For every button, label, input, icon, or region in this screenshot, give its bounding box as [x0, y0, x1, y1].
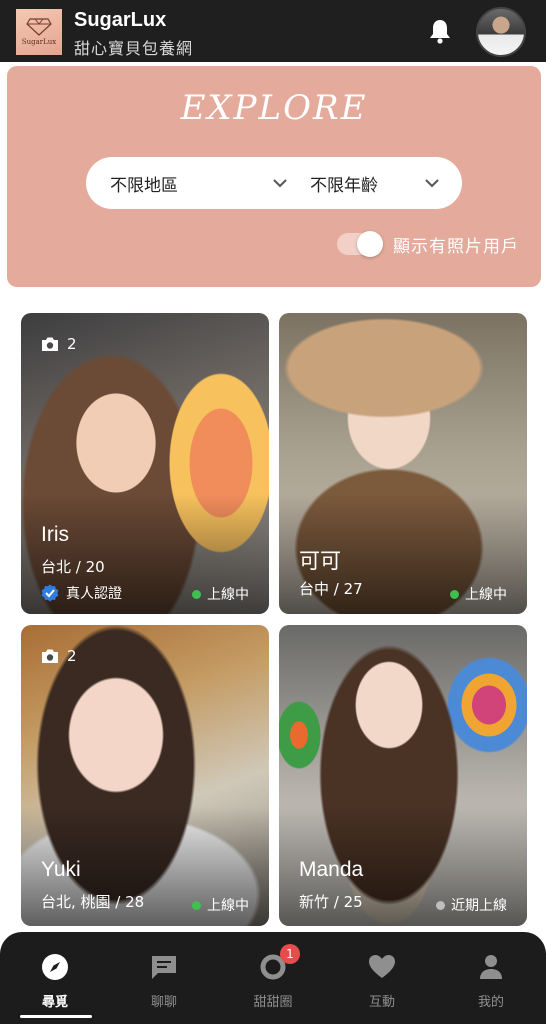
- online-status: 上線中: [450, 584, 507, 604]
- profile-location-age: 台北, 桃園 / 28: [41, 893, 145, 911]
- nav-profile[interactable]: 我的: [446, 952, 536, 1012]
- logo-text: SugarLux: [21, 38, 57, 46]
- filter-bar: 不限地區 不限年齡: [86, 157, 462, 209]
- top-bar: SugarLux SugarLux 甜心寶貝包養網: [0, 0, 546, 62]
- photo-count: 2: [41, 647, 77, 665]
- nav-explore[interactable]: 尋覓: [10, 952, 100, 1012]
- region-filter-dropdown[interactable]: 不限地區: [110, 157, 288, 209]
- status-label: 上線中: [207, 587, 249, 603]
- notification-badge: 1: [280, 944, 300, 964]
- user-avatar[interactable]: [476, 7, 526, 57]
- photo-toggle[interactable]: [337, 231, 383, 257]
- profile-location-age: 台中 / 27: [299, 580, 363, 598]
- verified-icon: [41, 584, 59, 602]
- profile-card[interactable]: 2 Iris 台北 / 20 真人認證 上線中: [21, 313, 269, 614]
- status-dot: [192, 589, 201, 599]
- profile-name: Manda: [299, 858, 364, 881]
- nav-label: 我的: [477, 995, 504, 1010]
- camera-icon: [42, 337, 58, 351]
- age-filter-dropdown[interactable]: 不限年齡: [310, 157, 440, 209]
- profile-name: Yuki: [41, 858, 81, 881]
- profile-location-age: 新竹 / 25: [299, 893, 363, 911]
- region-filter-label: 不限地區: [110, 175, 178, 196]
- toggle-knob: [357, 231, 383, 257]
- nav-interactions[interactable]: 互動: [337, 952, 427, 1012]
- person-icon: [476, 952, 506, 982]
- bottom-nav: 尋覓 聊聊 1 甜甜圈 互動 我的: [0, 932, 546, 1024]
- status-label: 近期上線: [451, 898, 507, 914]
- photo-count-value: 2: [67, 335, 77, 353]
- photo-count: 2: [41, 335, 77, 353]
- photo-toggle-label: 顯示有照片用戶: [393, 236, 519, 257]
- profile-location-age: 台北 / 20: [41, 558, 105, 576]
- verified-badge: 真人認證: [41, 583, 122, 603]
- nav-chat[interactable]: 聊聊: [119, 952, 209, 1012]
- profile-card[interactable]: Manda 新竹 / 25 近期上線: [279, 625, 527, 926]
- nav-donut[interactable]: 1 甜甜圈: [228, 944, 318, 1012]
- chat-icon: [149, 952, 179, 982]
- chevron-down-icon: [273, 179, 287, 188]
- verified-label: 真人認證: [66, 586, 122, 602]
- status-dot: [192, 900, 201, 910]
- photo-count-value: 2: [67, 647, 77, 665]
- nav-active-indicator: [20, 1015, 92, 1018]
- app-subtitle: 甜心寶貝包養網: [74, 39, 194, 58]
- camera-icon: [42, 649, 58, 663]
- profile-card[interactable]: 2 Yuki 台北, 桃園 / 28 上線中: [21, 625, 269, 926]
- profile-name: 可可: [299, 550, 341, 573]
- photo-toggle-row: 顯示有照片用戶: [337, 229, 519, 259]
- profile-card[interactable]: 可可 台中 / 27 上線中: [279, 313, 527, 614]
- bell-icon[interactable]: [428, 18, 452, 44]
- status-label: 上線中: [465, 587, 507, 603]
- nav-label: 甜甜圈: [253, 995, 293, 1010]
- status-dot: [450, 589, 459, 599]
- heart-icon: [367, 952, 397, 982]
- nav-label: 尋覓: [41, 995, 68, 1010]
- status-label: 上線中: [207, 898, 249, 914]
- nav-label: 聊聊: [150, 995, 177, 1010]
- app-root: SugarLux SugarLux 甜心寶貝包養網 EXPLORE 不限地區 不…: [0, 0, 546, 1024]
- profile-name: Iris: [41, 523, 69, 546]
- explore-title: EXPLORE: [180, 88, 368, 128]
- compass-icon: [40, 952, 70, 982]
- explore-panel: EXPLORE 不限地區 不限年齡 顯示有照片用戶: [7, 66, 541, 287]
- online-status: 上線中: [192, 584, 249, 604]
- online-status: 近期上線: [436, 895, 507, 915]
- diamond-icon: [26, 18, 52, 36]
- status-dot: [436, 900, 445, 910]
- app-logo[interactable]: SugarLux: [16, 9, 62, 55]
- age-filter-label: 不限年齡: [310, 175, 378, 196]
- app-name: SugarLux: [74, 9, 167, 31]
- chevron-down-icon: [425, 179, 439, 188]
- nav-label: 互動: [368, 995, 395, 1010]
- online-status: 上線中: [192, 895, 249, 915]
